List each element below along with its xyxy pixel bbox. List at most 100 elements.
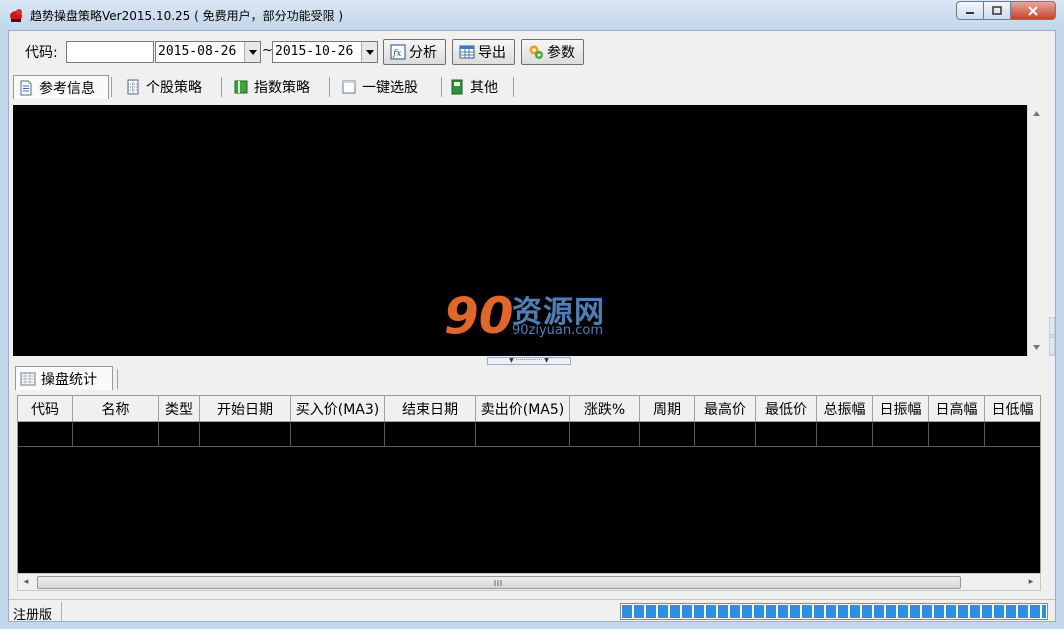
column-header[interactable]: 结束日期 (385, 396, 476, 422)
column-header[interactable]: 卖出价(MA5) (476, 396, 570, 422)
main-tabs: 参考信息 个股策略 指数策略 一键选股 其他 (9, 73, 1055, 101)
tab-label: 个股策略 (146, 80, 202, 96)
watermark: 90 资源网 90ziyuan.com (444, 283, 644, 343)
scroll-down-icon (1033, 345, 1040, 350)
column-header[interactable]: 日低幅 (985, 396, 1040, 422)
close-icon (1028, 5, 1038, 16)
tab-divider (441, 77, 442, 97)
table-cell (18, 423, 73, 447)
grid-horizontal-scrollbar[interactable]: ◂ ▸ (17, 573, 1041, 591)
minimize-icon (966, 11, 974, 14)
tab-label: 一键选股 (362, 80, 418, 96)
column-header[interactable]: 涨跌% (570, 396, 640, 422)
column-header[interactable]: 日振幅 (873, 396, 929, 422)
panel-splitter[interactable]: ▼ ·············· ▼ (487, 357, 571, 365)
resize-grip-icon[interactable] (1049, 317, 1055, 357)
table-cell (385, 423, 476, 447)
tab-label: 指数策略 (254, 80, 310, 96)
column-header[interactable]: 总振幅 (817, 396, 873, 422)
top-panel-scrollbar[interactable] (1027, 105, 1045, 356)
table-cell (476, 423, 570, 447)
tab-label: 操盘统计 (41, 371, 97, 388)
window-controls (956, 1, 1056, 21)
column-header[interactable]: 最高价 (695, 396, 756, 422)
stats-tabs: 操盘统计 (9, 365, 1055, 391)
column-header[interactable]: 名称 (73, 396, 159, 422)
code-input[interactable] (66, 41, 154, 63)
table-cell (640, 423, 695, 447)
column-header[interactable]: 类型 (159, 396, 200, 422)
svg-text:90: 90 (444, 287, 512, 343)
end-date-value: 2015-10-26 (275, 44, 354, 59)
notebook-icon (451, 79, 463, 95)
code-label: 代码: (25, 45, 58, 61)
document-icon (20, 80, 32, 95)
column-header[interactable]: 最低价 (756, 396, 817, 422)
analyze-label: 分析 (409, 45, 437, 61)
progress-fill (622, 605, 1046, 618)
grid-header: 代码 名称 类型 开始日期 买入价(MA3) 结束日期 卖出价(MA5) 涨跌% 周期 最高价 最低… (18, 396, 1040, 422)
tab-divider (329, 77, 330, 97)
close-button[interactable] (1010, 1, 1056, 20)
tab-stock-strategy[interactable]: 个股策略 (121, 75, 221, 99)
scroll-left-icon[interactable]: ◂ (19, 576, 33, 589)
analyze-button[interactable]: fx 分析 (383, 39, 446, 65)
start-date-value: 2015-08-26 (158, 44, 237, 59)
column-header[interactable]: 买入价(MA3) (291, 396, 385, 422)
status-divider (61, 602, 62, 622)
tab-divider (221, 77, 222, 97)
minimize-button[interactable] (956, 1, 983, 20)
column-header[interactable]: 周期 (640, 396, 695, 422)
toolbar: 代码: 2015-08-26 ~ 2015-10-26 fx 分析 导出 参数 (9, 31, 1055, 71)
column-header[interactable]: 代码 (18, 396, 73, 422)
table-cell (817, 423, 873, 447)
table-cell (570, 423, 640, 447)
svg-text:fx: fx (392, 49, 401, 59)
tab-reference-info[interactable]: 参考信息 (13, 75, 109, 99)
table-row[interactable] (18, 423, 1040, 447)
scroll-right-icon[interactable]: ▸ (1024, 576, 1038, 589)
title-bar[interactable]: 趋势操盘策略Ver2015.10.25 ( 免费用户，部分功能受限 ) (0, 0, 1064, 30)
export-button[interactable]: 导出 (452, 39, 515, 65)
table-cell (73, 423, 159, 447)
column-header[interactable]: 开始日期 (200, 396, 291, 422)
grip-icon (494, 580, 502, 586)
grid-icon (127, 79, 139, 95)
window-title: 趋势操盘策略Ver2015.10.25 ( 免费用户，部分功能受限 ) (30, 9, 344, 23)
registration-status: 注册版 (13, 608, 53, 623)
book-icon (234, 80, 248, 94)
tab-index-strategy[interactable]: 指数策略 (229, 75, 329, 99)
progress-bar (620, 603, 1048, 620)
tab-label: 参考信息 (39, 80, 95, 97)
grid-icon (20, 372, 36, 385)
table-cell (873, 423, 929, 447)
table-cell (200, 423, 291, 447)
end-date-dropdown[interactable] (361, 42, 377, 62)
window-icon (342, 80, 356, 94)
column-header[interactable]: 日高幅 (929, 396, 985, 422)
params-label: 参数 (547, 45, 575, 61)
app-icon (10, 9, 22, 22)
status-bar: 注册版 (9, 599, 1055, 623)
chevron-down-icon (365, 49, 374, 55)
settings-icon (529, 45, 543, 59)
chevron-down-icon (248, 49, 257, 55)
table-cell (756, 423, 817, 447)
stats-grid[interactable]: 代码 名称 类型 开始日期 买入价(MA3) 结束日期 卖出价(MA5) 涨跌% 周期 最高价 最低… (17, 395, 1041, 579)
tab-one-click-screen[interactable]: 一键选股 (337, 75, 441, 99)
scrollbar-thumb[interactable] (37, 576, 961, 589)
tab-label: 其他 (470, 80, 498, 96)
window-client: 代码: 2015-08-26 ~ 2015-10-26 fx 分析 导出 参数 … (8, 30, 1056, 623)
table-icon (459, 45, 475, 59)
export-label: 导出 (478, 45, 506, 61)
table-cell (985, 423, 1040, 447)
params-button[interactable]: 参数 (521, 39, 584, 65)
tab-trading-stats[interactable]: 操盘统计 (15, 366, 113, 390)
start-date-dropdown[interactable] (244, 42, 260, 62)
table-cell (695, 423, 756, 447)
start-date-picker[interactable]: 2015-08-26 (155, 41, 261, 63)
tab-other[interactable]: 其他 (445, 75, 515, 99)
end-date-picker[interactable]: 2015-10-26 (272, 41, 378, 63)
maximize-button[interactable] (983, 1, 1010, 20)
table-cell (929, 423, 985, 447)
